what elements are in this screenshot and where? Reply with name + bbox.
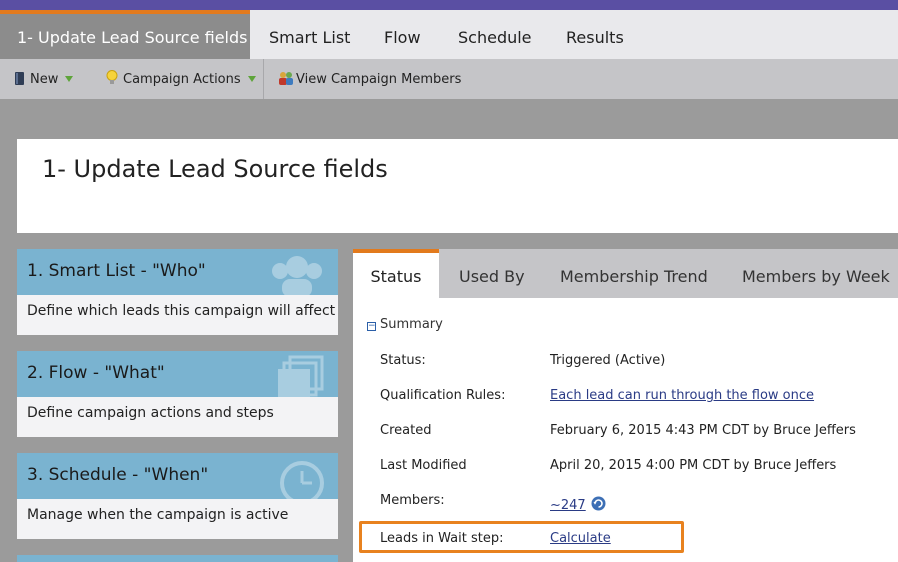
tab-flow[interactable]: Flow [384,10,421,59]
app-top-bar [0,0,898,10]
row-value: February 6, 2015 4:43 PM CDT by Bruce Je… [550,423,856,438]
people-icon [272,256,322,295]
tab-results[interactable]: Results [566,10,624,59]
summary-label: Summary [380,317,443,332]
step-header [17,555,338,562]
clock-icon [280,461,324,499]
row-value: April 20, 2015 4:00 PM CDT by Bruce Jeff… [550,458,837,473]
row-label: Qualification Rules: [380,388,506,403]
new-menu-button[interactable]: New [14,59,74,99]
tab-schedule[interactable]: Schedule [458,10,532,59]
tab-campaign[interactable]: 1- Update Lead Source fields [0,10,250,59]
step-next [17,555,338,562]
panel-tab-bar: Status Used By Membership Trend Members … [353,249,898,298]
row-label: Last Modified [380,458,467,473]
stacked-pages-icon [278,355,324,397]
tab-members-by-week[interactable]: Members by Week [742,249,890,298]
step-description: Define campaign actions and steps [27,405,274,421]
campaign-actions-label: Campaign Actions [123,72,241,87]
collapse-icon: − [367,321,376,331]
step-title: 2. Flow - "What" [27,363,165,383]
book-icon [15,72,24,85]
step-schedule[interactable]: 3. Schedule - "When" Manage when the cam… [17,453,338,539]
page-title: 1- Update Lead Source fields [42,155,388,183]
view-members-label: View Campaign Members [296,72,462,87]
step-description: Manage when the campaign is active [27,507,289,523]
highlight-box [359,521,684,553]
campaign-actions-button[interactable]: Campaign Actions [106,59,256,99]
tab-membership-trend[interactable]: Membership Trend [560,249,708,298]
step-header: 1. Smart List - "Who" [17,249,338,295]
last-modified-row: Last Modified April 20, 2015 4:00 PM CDT… [380,458,836,473]
refresh-icon[interactable] [591,496,606,511]
main-tab-bar: 1- Update Lead Source fields Smart List … [0,10,898,59]
step-flow[interactable]: 2. Flow - "What" Define campaign actions… [17,351,338,437]
summary-section-toggle[interactable]: − Summary [367,317,443,332]
step-description: Define which leads this campaign will af… [27,303,336,319]
members-count-link[interactable]: ~247 [550,498,586,513]
step-smart-list[interactable]: 1. Smart List - "Who" Define which leads… [17,249,338,335]
step-header: 2. Flow - "What" [17,351,338,397]
row-label: Created [380,423,432,438]
created-row: Created February 6, 2015 4:43 PM CDT by … [380,423,856,438]
view-campaign-members-button[interactable]: View Campaign Members [278,59,461,99]
campaign-header: 1- Update Lead Source fields [17,139,898,233]
row-value: Triggered (Active) [550,353,666,368]
row-label: Status: [380,353,426,368]
toolbar: New Campaign Actions View Campaign Membe… [0,59,898,99]
qualification-rules-row: Qualification Rules: Each lead can run t… [380,388,814,403]
tab-smart-list[interactable]: Smart List [269,10,350,59]
members-row: Members: ~247 [380,493,606,513]
tab-status[interactable]: Status [353,249,439,298]
lightbulb-icon [106,70,118,84]
content-background [0,99,898,139]
chevron-down-icon [65,76,74,82]
people-icon [279,72,293,85]
status-row: Status: Triggered (Active) [380,353,665,368]
tab-used-by[interactable]: Used By [459,249,525,298]
status-panel: Status Used By Membership Trend Members … [353,249,898,562]
new-label: New [30,72,59,87]
row-label: Members: [380,493,445,508]
step-header: 3. Schedule - "When" [17,453,338,499]
members-value: ~247 [550,496,606,513]
step-title: 1. Smart List - "Who" [27,261,206,281]
chevron-down-icon [247,76,256,82]
qualification-rules-link[interactable]: Each lead can run through the flow once [550,388,814,403]
step-title: 3. Schedule - "When" [27,465,209,485]
toolbar-divider [263,59,264,99]
